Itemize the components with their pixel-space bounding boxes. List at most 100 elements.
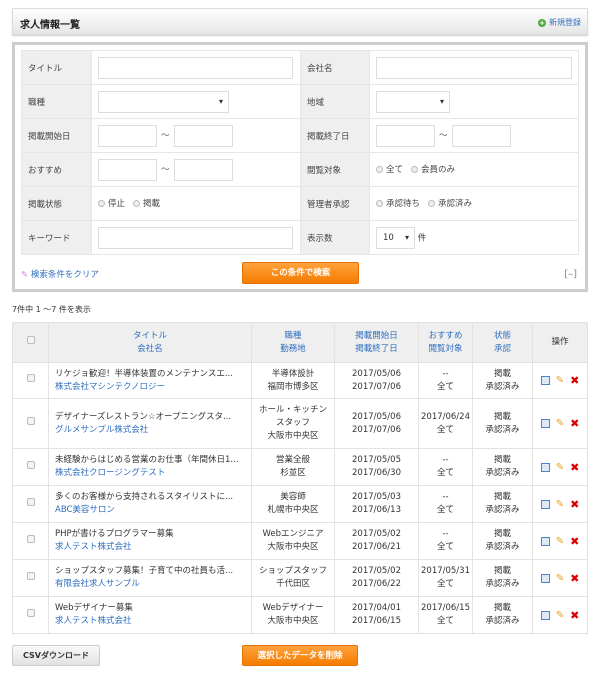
clear-search-link[interactable]: ✎ 検索条件をクリア [21,268,99,280]
job-type: Webデザイナー [262,603,324,613]
status: 掲載 [493,411,511,422]
company-link[interactable]: ABC美容サロン [55,505,115,515]
job-title: PHPが書けるプログラマー募集 [55,529,174,539]
edit-pencil-icon[interactable]: ✎ [556,461,564,474]
view-target: 全て [436,616,454,626]
area-select[interactable] [376,90,450,113]
select-all-checkbox[interactable] [26,336,35,344]
start-date: 2017/05/02 [352,529,401,539]
job-select[interactable] [98,90,229,113]
new-register-link[interactable]: + 新規登録 [538,17,581,28]
approval: 承認済み [485,542,520,552]
recommend-date: -- [442,368,449,379]
row-checkbox[interactable] [26,608,35,617]
company-input[interactable] [376,56,572,79]
edit-pencil-icon[interactable]: ✎ [556,535,564,548]
start-label: 掲載開始日 [21,118,92,153]
delete-x-icon[interactable]: ✖ [570,572,579,585]
header-label: 掲載開始日 [355,330,398,341]
approval-radio-pending[interactable]: 承認待ち [376,197,420,209]
recommend-from-input[interactable] [98,158,157,181]
radio-label: 掲載 [143,199,161,210]
job-title: 多くのお客様から支持されるスタイリストに... [55,492,234,502]
end-date: 2017/06/13 [352,505,401,515]
delete-x-icon[interactable]: ✖ [570,461,579,474]
edit-pencil-icon[interactable]: ✎ [556,374,564,387]
view-radio-all[interactable]: 全て [376,163,403,175]
company-link[interactable]: 有限会社求人サンプル [55,579,140,589]
delete-x-icon[interactable]: ✖ [570,609,579,622]
collapse-toggle[interactable]: [–] [564,269,577,280]
header-label: 勤務地 [280,343,306,354]
view-radio-members[interactable]: 会員のみ [411,163,455,175]
view-detail-icon[interactable] [540,536,550,546]
view-target: 全て [436,505,454,515]
clear-label: 検索条件をクリア [30,270,99,280]
end-from-input[interactable] [376,124,435,147]
edit-pencil-icon[interactable]: ✎ [556,572,564,585]
recommend-date: -- [442,455,449,465]
row-checkbox[interactable] [26,571,35,580]
start-to-input[interactable] [173,124,233,147]
count-select[interactable]: 10 [376,226,415,249]
view-detail-icon[interactable] [540,573,550,583]
header-label: 承認 [493,343,511,354]
col-status[interactable]: 状態 承認 [472,322,533,363]
row-checkbox[interactable] [26,460,35,469]
table-row: 多くのお客様から支持されるスタイリストに... ABC美容サロン 美容師 札幌市中央… [12,485,588,523]
keyword-input[interactable] [98,226,293,249]
radio-icon [411,165,419,173]
job-label: 職種 [21,84,92,119]
header-label: 職種 [284,330,302,341]
edit-pencil-icon[interactable]: ✎ [556,498,564,511]
view-detail-icon[interactable] [540,610,550,620]
company-link[interactable]: 株式会社マシンテクノロジー [55,382,165,392]
view-detail-icon[interactable] [540,462,550,472]
company-link[interactable]: 求人テスト株式会社 [55,542,132,552]
view-detail-icon[interactable] [540,499,550,509]
work-place: 大阪市中央区 [267,616,319,626]
approval-radio-approved[interactable]: 承認済み [428,197,472,209]
delete-x-icon[interactable]: ✖ [570,374,579,387]
view-target: 全て [436,381,454,392]
company-link[interactable]: 株式会社クロージングテスト [55,468,165,478]
table-row: PHPが書けるプログラマー募集 求人テスト株式会社 Webエンジニア 大阪市中央区 … [12,522,588,560]
end-to-input[interactable] [451,124,511,147]
row-checkbox[interactable] [26,534,35,543]
start-from-input[interactable] [98,124,157,147]
delete-x-icon[interactable]: ✖ [570,417,579,430]
status-radio-published[interactable]: 掲載 [133,197,160,209]
row-checkbox[interactable] [26,374,35,382]
csv-download-button[interactable]: CSVダウンロード [12,645,100,666]
col-title[interactable]: タイトル 会社名 [48,322,252,363]
end-date: 2017/06/21 [352,542,401,552]
col-recommend[interactable]: おすすめ 閲覧対象 [418,322,473,363]
col-job[interactable]: 職種 勤務地 [251,322,335,363]
delete-selected-button[interactable]: 選択したデータを削除 [242,645,358,666]
edit-pencil-icon[interactable]: ✎ [556,417,564,430]
recommend-to-input[interactable] [173,158,233,181]
view-detail-icon[interactable] [540,419,550,428]
search-button[interactable]: この条件で検索 [242,262,359,284]
delete-x-icon[interactable]: ✖ [570,535,579,548]
end-date: 2017/07/06 [352,424,401,435]
status-radio-stop[interactable]: 停止 [98,197,125,209]
row-checkbox[interactable] [26,497,35,506]
company-link[interactable]: グルメサンプル株式会社 [55,425,148,435]
job-type: 美容師 [280,492,306,502]
job-type: ホール・キッチンスタッフ [258,405,327,428]
delete-x-icon[interactable]: ✖ [570,498,579,511]
title-label: タイトル [21,50,92,85]
title-input[interactable] [98,56,293,79]
company-link[interactable]: 求人テスト株式会社 [55,616,132,626]
job-title: ショップスタッフ募集！子育て中の社員も活... [55,566,234,576]
col-dates[interactable]: 掲載開始日 掲載終了日 [334,322,419,363]
row-checkbox[interactable] [26,417,35,425]
status: 掲載 [493,492,511,502]
job-type: 営業全般 [275,455,310,465]
job-title: Webデザイナー募集 [55,603,133,613]
edit-pencil-icon[interactable]: ✎ [556,609,564,622]
plus-icon: + [538,18,546,27]
header-label: 閲覧対象 [428,343,463,354]
view-detail-icon[interactable] [540,376,550,385]
